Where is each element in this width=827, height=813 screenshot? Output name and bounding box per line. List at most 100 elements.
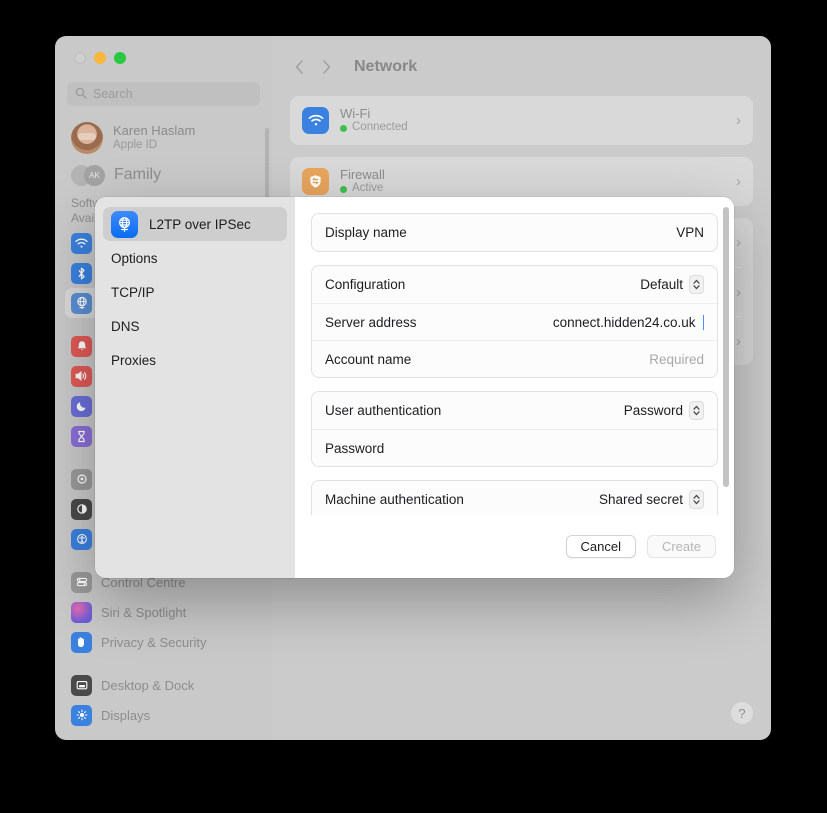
globe-icon — [71, 292, 92, 314]
create-button[interactable]: Create — [646, 535, 716, 558]
wifi-icon — [302, 107, 329, 134]
dialog-footer: Cancel Create — [295, 515, 734, 578]
dialog-tab-label: TCP/IP — [111, 284, 155, 300]
search-input[interactable]: Search — [67, 82, 260, 106]
status-text: Active — [352, 182, 384, 195]
dialog-sidebar: L2TP over IPSec Options TCP/IP DNS Proxi… — [95, 197, 295, 578]
gear-icon — [71, 468, 92, 490]
vpn-globe-icon — [111, 210, 138, 238]
dialog-tab-label: Proxies — [111, 352, 157, 368]
desktop-icon — [71, 674, 92, 696]
sidebar-item-label: Desktop & Dock — [101, 677, 195, 693]
machine-authentication-popup[interactable]: Shared secret — [599, 490, 704, 509]
contrast-icon — [71, 498, 92, 520]
field-label: Server address — [325, 314, 417, 330]
dialog-tab-dns[interactable]: DNS — [103, 309, 287, 343]
form-row-password[interactable]: Password — [312, 429, 717, 466]
pane-header: Network — [290, 50, 753, 84]
sidebar-item-siri-spotlight[interactable]: Siri & Spotlight — [65, 597, 262, 627]
display-icon — [71, 704, 92, 726]
hand-icon — [71, 631, 92, 653]
minimize-button[interactable] — [94, 52, 106, 64]
account-subtitle: Apple ID — [113, 138, 158, 151]
sidebar-item-label: Family — [114, 166, 162, 183]
form-row-display-name[interactable]: Display name VPN — [312, 214, 717, 251]
field-value: Shared secret — [598, 492, 683, 507]
dialog-tab-protocol[interactable]: L2TP over IPSec — [103, 207, 287, 241]
chevron-right-icon[interactable]: › — [736, 112, 741, 129]
avatar — [71, 122, 103, 154]
account-name-input[interactable]: Required — [649, 352, 704, 367]
close-button[interactable] — [74, 52, 86, 64]
dialog-tab-options[interactable]: Options — [103, 241, 287, 275]
service-row[interactable]: Wi-Fi Connected › — [302, 96, 741, 145]
search-icon — [75, 87, 87, 102]
form-row-user-authentication[interactable]: User authentication Password — [312, 392, 717, 429]
dialog-tab-proxies[interactable]: Proxies — [103, 343, 287, 377]
account-row[interactable]: Karen Haslam Apple ID — [65, 116, 262, 160]
field-label: Configuration — [325, 277, 406, 292]
field-label: Display name — [325, 225, 407, 240]
dialog-form-scrollarea[interactable]: Display name VPN Configuration Default S… — [295, 197, 734, 515]
user-authentication-popup[interactable]: Password — [624, 401, 704, 420]
form-row-configuration[interactable]: Configuration Default — [312, 266, 717, 303]
status-dot-icon — [340, 124, 347, 132]
moon-icon — [71, 395, 92, 417]
maximize-button[interactable] — [114, 52, 126, 64]
screen: Search Karen Haslam Apple ID AK Family S… — [0, 0, 827, 813]
service-name: Firewall — [340, 166, 385, 182]
field-placeholder: Required — [649, 351, 704, 367]
sidebar-item-label: Privacy & Security — [101, 634, 207, 650]
form-row-server-address[interactable]: Server address connect.hidden24.co.uk — [312, 303, 717, 340]
configuration-popup[interactable]: Default — [640, 275, 704, 294]
window-controls[interactable] — [65, 36, 262, 80]
dialog-tab-label: Options — [111, 250, 158, 266]
form-row-account-name[interactable]: Account name Required — [312, 340, 717, 377]
field-value: Default — [640, 277, 683, 292]
chevron-updown-icon — [689, 490, 704, 509]
sidebar-item-family[interactable]: AK Family — [65, 160, 262, 190]
field-label: Account name — [325, 351, 412, 367]
field-value: Password — [623, 403, 683, 418]
accessibility-icon — [71, 528, 92, 550]
service-status: Active — [340, 182, 725, 196]
status-dot-icon — [340, 185, 347, 193]
field-value: connect.hidden24.co.uk — [552, 314, 696, 330]
cancel-button[interactable]: Cancel — [565, 535, 636, 558]
service-name: Wi-Fi — [340, 105, 371, 121]
chevron-updown-icon — [689, 275, 704, 294]
sidebar-item-desktop-dock[interactable]: Desktop & Dock — [65, 670, 262, 700]
chevron-right-icon[interactable]: › — [736, 333, 741, 350]
field-label: User authentication — [325, 403, 442, 418]
dialog-tab-tcpip[interactable]: TCP/IP — [103, 275, 287, 309]
chevron-right-icon[interactable]: › — [736, 173, 741, 190]
sidebar-item-privacy-security[interactable]: Privacy & Security — [65, 627, 262, 657]
form-group-machine-auth: Machine authentication Shared secret — [311, 480, 718, 515]
server-address-input[interactable]: connect.hidden24.co.uk — [552, 314, 704, 330]
dialog-tab-label: DNS — [111, 318, 140, 334]
form-group-user-auth: User authentication Password Password — [311, 391, 718, 467]
text-cursor-icon — [702, 314, 704, 330]
family-avatars-icon: AK — [71, 164, 105, 186]
dialog-scrollbar[interactable] — [723, 207, 729, 487]
account-name: Karen Haslam — [113, 122, 196, 138]
vpn-configuration-dialog: L2TP over IPSec Options TCP/IP DNS Proxi… — [95, 197, 734, 578]
sidebar-item-displays[interactable]: Displays — [65, 700, 262, 730]
service-card-wifi[interactable]: Wi-Fi Connected › — [290, 96, 753, 145]
form-group-connection: Configuration Default Server address con… — [311, 265, 718, 378]
field-label: Machine authentication — [325, 492, 464, 507]
bluetooth-icon — [71, 262, 92, 284]
hourglass-icon — [71, 425, 92, 447]
speaker-icon — [71, 365, 92, 387]
chevron-right-icon[interactable]: › — [736, 284, 741, 301]
chevron-right-icon[interactable] — [321, 59, 332, 75]
display-name-input[interactable]: VPN — [676, 225, 704, 240]
help-button[interactable]: ? — [731, 702, 753, 724]
form-row-machine-authentication[interactable]: Machine authentication Shared secret — [312, 481, 717, 515]
control-centre-icon — [71, 571, 92, 593]
bell-icon — [71, 335, 92, 357]
chevron-left-icon[interactable] — [294, 59, 305, 75]
sidebar-item-label: Siri & Spotlight — [101, 604, 187, 620]
chevron-right-icon[interactable]: › — [736, 234, 741, 251]
firewall-icon — [302, 168, 329, 195]
